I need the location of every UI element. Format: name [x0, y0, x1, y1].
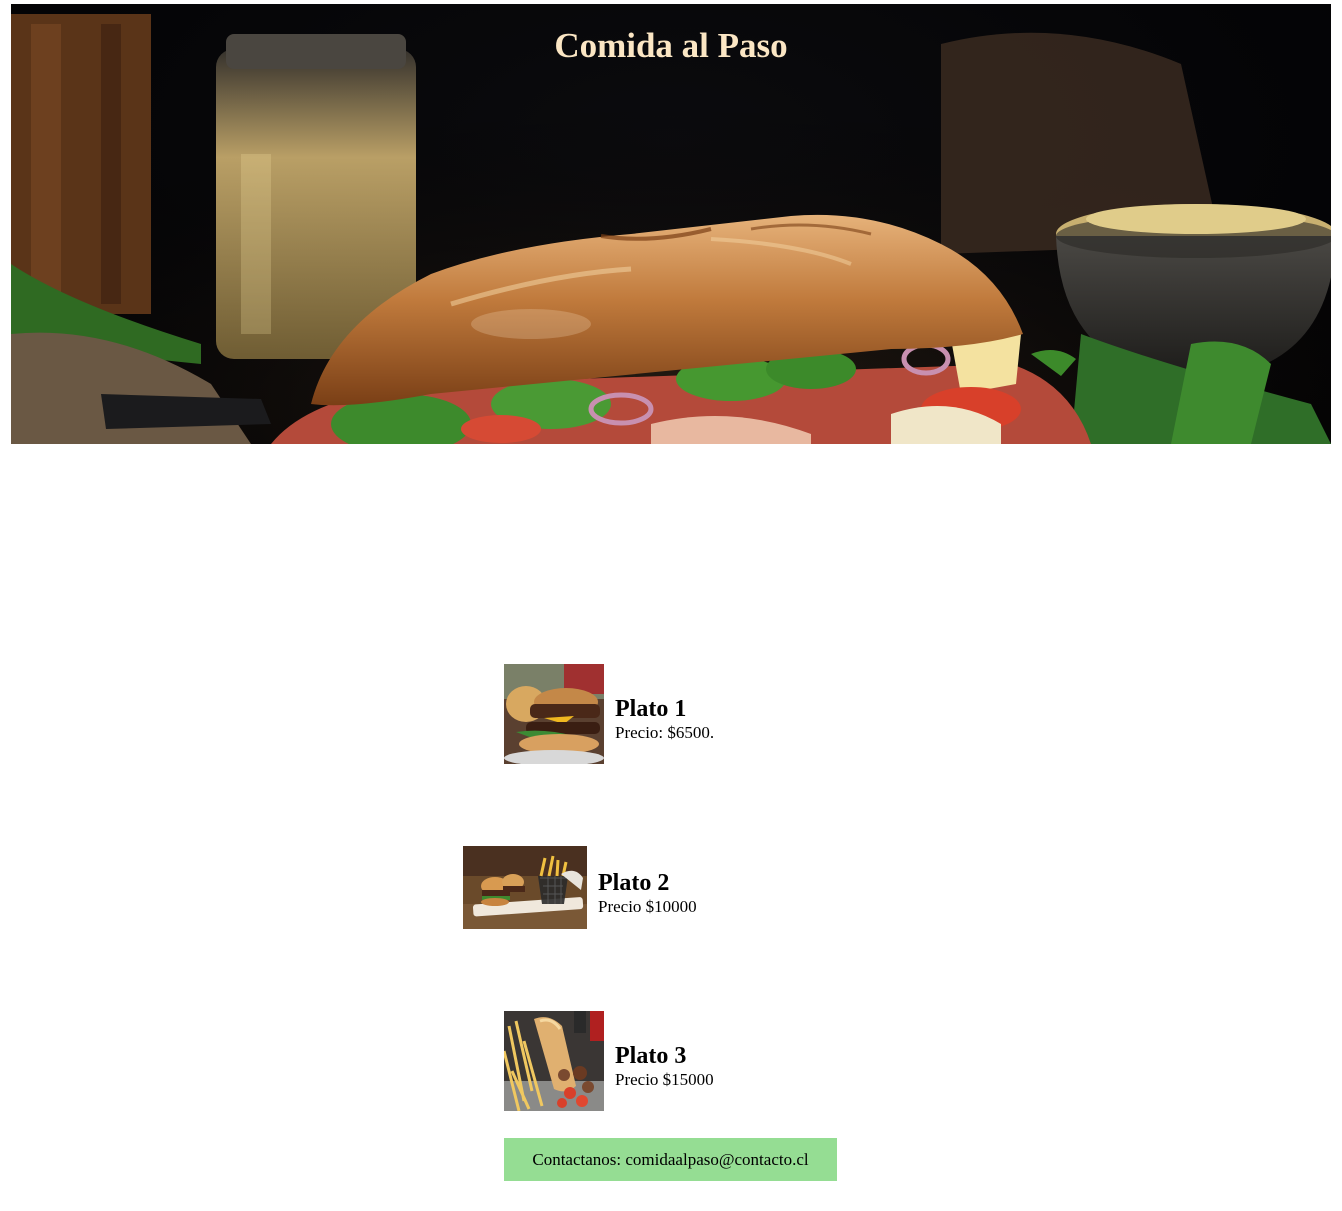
dish-3-info: Plato 3 Precio $15000 [615, 1043, 714, 1091]
dish-2-info: Plato 2 Precio $10000 [598, 870, 697, 918]
sandwich-and-fries-photo [504, 1011, 604, 1111]
dish-3-name: Plato 3 [615, 1043, 687, 1069]
dish-1-name: Plato 1 [615, 696, 687, 722]
dish-2-thumbnail [463, 846, 587, 929]
burger-photo [504, 664, 604, 764]
dish-2-price: Precio $10000 [598, 896, 697, 916]
menu-item-plato-3: Plato 3 Precio $15000 [504, 1011, 714, 1111]
site-title: Comida al Paso [554, 26, 788, 65]
page: Comida al Paso Plato 1 Precio: $6500. Pl… [0, 0, 1342, 1211]
hero-banner: Comida al Paso [11, 4, 1331, 444]
contact-footer: Contactanos: comidaalpaso@contacto.cl [504, 1138, 837, 1181]
menu-item-plato-1: Plato 1 Precio: $6500. [504, 664, 714, 764]
dish-1-price: Precio: $6500. [615, 723, 715, 742]
dish-3-thumbnail [504, 1011, 604, 1111]
dish-1-thumbnail [504, 664, 604, 764]
hero-sandwich-image [11, 4, 1331, 444]
menu-item-plato-2: Plato 2 Precio $10000 [463, 846, 697, 929]
dish-3-price: Precio $15000 [615, 1070, 714, 1089]
burgers-and-fries-photo [463, 846, 587, 929]
dish-2-name: Plato 2 [598, 869, 670, 896]
dish-1-info: Plato 1 Precio: $6500. [615, 696, 714, 744]
contact-text: Contactanos: comidaalpaso@contacto.cl [532, 1149, 809, 1169]
